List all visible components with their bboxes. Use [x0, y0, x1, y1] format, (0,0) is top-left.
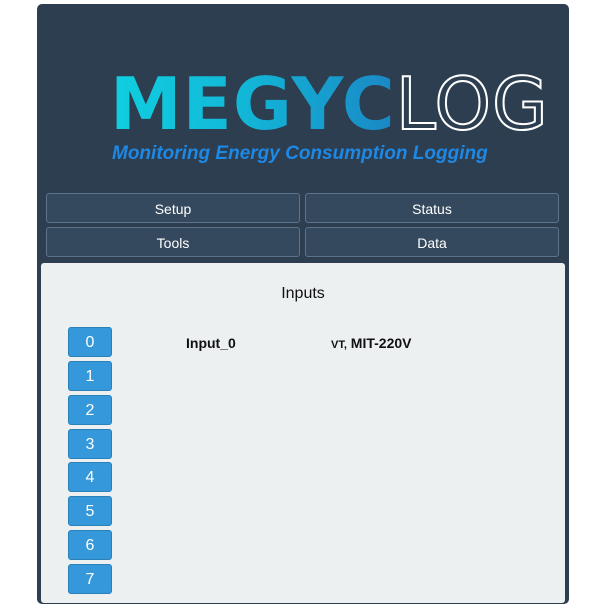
status-button[interactable]: Status [305, 193, 559, 223]
input-4-button[interactable]: 4 [68, 462, 112, 492]
input-7-button[interactable]: 7 [68, 564, 112, 594]
app-frame: MEGYCLOG Monitoring Energy Consumption L… [37, 4, 569, 604]
input-0-type-prefix: VT, [331, 339, 347, 351]
input-0-button[interactable]: 0 [68, 327, 112, 357]
input-3-button[interactable]: 3 [68, 429, 112, 459]
setup-button[interactable]: Setup [46, 193, 300, 223]
input-1-button[interactable]: 1 [68, 361, 112, 391]
input-5-button[interactable]: 5 [68, 496, 112, 526]
input-0-type: VT, MIT-220V [331, 335, 412, 351]
inputs-panel: Inputs 0 Input_0 VT, MIT-220V 1 2 3 4 5 … [41, 263, 565, 603]
input-0-name: Input_0 [186, 335, 236, 351]
tools-button[interactable]: Tools [46, 227, 300, 257]
input-6-button[interactable]: 6 [68, 530, 112, 560]
logo-tagline: Monitoring Energy Consumption Logging [112, 143, 488, 164]
input-2-button[interactable]: 2 [68, 395, 112, 425]
logo: MEGYCLOG Monitoring Energy Consumption L… [37, 4, 569, 194]
logo-wordmark-strong: MEGYC [110, 62, 396, 146]
logo-wordmark-thin: LOG [395, 62, 549, 146]
logo-wordmark: MEGYCLOG [110, 62, 549, 146]
page-title: Inputs [281, 285, 325, 302]
data-button[interactable]: Data [305, 227, 559, 257]
input-0-type-value: MIT-220V [350, 335, 412, 351]
